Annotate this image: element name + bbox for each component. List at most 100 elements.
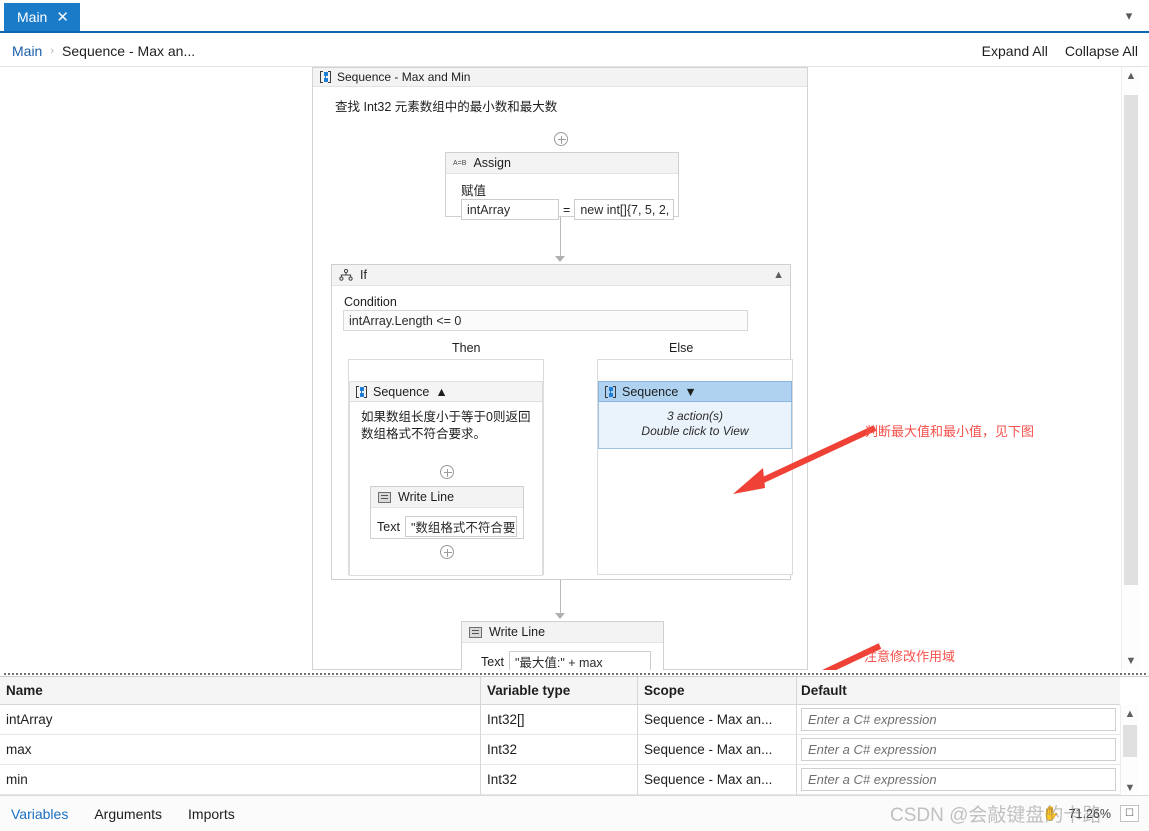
breadcrumb-separator-icon: ›	[50, 44, 55, 57]
connector-assign-if	[560, 217, 561, 256]
canvas-scroll-thumb[interactable]	[1124, 95, 1138, 585]
root-sequence-note: 查找 Int32 元素数组中的最小数和最大数	[335, 100, 558, 114]
variables-scroll-thumb[interactable]	[1123, 725, 1137, 757]
default-expression-input[interactable]: Enter a C# expression	[801, 738, 1116, 761]
else-sequence-header[interactable]: Sequence ▼	[598, 381, 792, 402]
else-sequence-activity[interactable]: Sequence ▼ 3 action(s) Double click to V…	[598, 381, 792, 449]
designer-canvas[interactable]: Sequence - Max and Min 查找 Int32 元素数组中的最小…	[0, 67, 1120, 670]
column-header-default[interactable]: Default	[797, 677, 1120, 704]
assign-title: Assign	[473, 156, 511, 170]
assign-to-field[interactable]: intArray	[461, 199, 559, 220]
table-row[interactable]: min Int32 Sequence - Max an... Enter a C…	[0, 765, 1120, 795]
collapse-all-button[interactable]: Collapse All	[1065, 43, 1138, 59]
table-row[interactable]: intArray Int32[] Sequence - Max an... En…	[0, 705, 1120, 735]
sequence-icon	[356, 385, 367, 398]
bottom-write-line-header[interactable]: Write Line	[462, 622, 663, 643]
bottom-write-line-title: Write Line	[489, 625, 546, 639]
column-header-name[interactable]: Name	[0, 677, 481, 704]
expand-all-button[interactable]: Expand All	[982, 43, 1048, 59]
assign-activity[interactable]: A=B Assign 赋值 intArray = new int[]{7, 5,…	[445, 152, 679, 220]
else-label: Else	[669, 341, 694, 355]
add-activity-button-top[interactable]	[554, 132, 568, 146]
cell-name[interactable]: max	[0, 735, 481, 765]
scroll-down-icon[interactable]: ▼	[1122, 652, 1140, 670]
if-title: If	[360, 268, 367, 282]
if-icon-svg	[339, 268, 353, 281]
cell-name[interactable]: min	[0, 765, 481, 795]
tab-arguments[interactable]: Arguments	[94, 806, 162, 822]
root-sequence-activity[interactable]: Sequence - Max and Min 查找 Int32 元素数组中的最小…	[312, 67, 808, 670]
scroll-down-icon[interactable]: ▼	[1121, 779, 1139, 796]
tab-imports[interactable]: Imports	[188, 806, 235, 822]
column-header-scope[interactable]: Scope	[638, 677, 797, 704]
then-write-line-text-field[interactable]: "数组格式不符合要求!"	[404, 516, 517, 537]
canvas-right-edge	[1139, 67, 1149, 670]
else-sequence-body[interactable]: 3 action(s) Double click to View	[598, 402, 792, 449]
write-line-icon	[378, 491, 391, 503]
then-write-line-activity[interactable]: Write Line Text "数组格式不符合要求!"	[370, 486, 524, 539]
cell-type[interactable]: Int32	[481, 735, 638, 765]
column-header-type[interactable]: Variable type	[481, 677, 638, 704]
table-row[interactable]: max Int32 Sequence - Max an... Enter a C…	[0, 735, 1120, 765]
cell-type[interactable]: Int32[]	[481, 705, 638, 735]
root-sequence-header[interactable]: Sequence - Max and Min	[313, 68, 807, 87]
annotation-text-1: 判断最大值和最小值，见下图	[865, 424, 1035, 439]
assign-icon: A=B	[453, 159, 467, 167]
default-expression-input[interactable]: Enter a C# expression	[801, 708, 1116, 731]
cell-scope[interactable]: Sequence - Max an...	[638, 765, 797, 795]
hand-icon[interactable]: ✋	[1042, 805, 1059, 822]
default-expression-input[interactable]: Enter a C# expression	[801, 768, 1116, 791]
connector-if-writeline	[560, 580, 561, 613]
then-write-line-header[interactable]: Write Line	[371, 487, 523, 508]
assign-header[interactable]: A=B Assign	[446, 153, 678, 174]
variables-grid[interactable]: Name Variable type Scope Default intArra…	[0, 677, 1120, 795]
assign-equals: =	[563, 202, 571, 217]
else-branch-dropzone[interactable]: Sequence ▼ 3 action(s) Double click to V…	[597, 359, 793, 575]
fit-to-screen-icon[interactable]: ☐	[1120, 805, 1139, 822]
then-sequence-title: Sequence	[373, 384, 430, 399]
then-label: Then	[452, 341, 481, 355]
chevron-down-icon[interactable]: ▼	[684, 385, 696, 399]
tab-main[interactable]: Main ✕	[4, 3, 80, 31]
cell-type[interactable]: Int32	[481, 765, 638, 795]
variables-panel[interactable]: Name Variable type Scope Default intArra…	[0, 676, 1149, 796]
tab-variables[interactable]: Variables	[11, 806, 68, 822]
add-activity-button-then-bottom[interactable]	[440, 545, 454, 559]
then-branch-dropzone[interactable]: Sequence ▲ 如果数组长度小于等于0则返回数组格式不符合要求。 Writ…	[348, 359, 544, 576]
assign-note: 赋值	[461, 184, 487, 198]
else-sequence-hint: Double click to View	[641, 424, 749, 438]
scroll-up-icon[interactable]: ▲	[1121, 705, 1139, 722]
then-write-line-title: Write Line	[398, 490, 455, 504]
then-sequence-body[interactable]: 如果数组长度小于等于0则返回数组格式不符合要求。 Write Line Text…	[349, 402, 543, 576]
bottom-write-line-text-field[interactable]: "最大值:" + max	[508, 651, 651, 670]
sequence-icon	[320, 71, 331, 83]
chevron-up-icon[interactable]: ▲	[773, 269, 784, 281]
if-header[interactable]: If ▲	[332, 265, 790, 286]
status-bar: Variables Arguments Imports ✋ 71.26% ☐	[0, 795, 1149, 831]
if-activity[interactable]: If ▲ Condition intArray.Length <= 0 Then…	[331, 264, 793, 580]
close-icon[interactable]: ✕	[56, 10, 69, 25]
assign-value-field[interactable]: new int[]{7, 5, 2, 4	[574, 199, 675, 220]
then-write-line-text-label: Text	[377, 519, 400, 534]
bottom-write-line-activity[interactable]: Write Line Text "最大值:" + max	[461, 621, 664, 670]
scroll-up-icon[interactable]: ▲	[1122, 67, 1140, 85]
cell-scope[interactable]: Sequence - Max an...	[638, 705, 797, 735]
zoom-level: 71.26%	[1068, 806, 1111, 821]
chevron-up-icon[interactable]: ▲	[435, 385, 447, 399]
connector-arrow-writeline	[555, 613, 565, 619]
if-condition-field[interactable]: intArray.Length <= 0	[343, 310, 748, 331]
variables-vertical-scrollbar[interactable]: ▲ ▼	[1120, 705, 1138, 796]
add-activity-button-then-top[interactable]	[440, 465, 454, 479]
cell-default: Enter a C# expression	[797, 735, 1120, 765]
cell-scope[interactable]: Sequence - Max an...	[638, 735, 797, 765]
then-sequence-header[interactable]: Sequence ▲	[349, 381, 543, 402]
chevron-down-icon[interactable]: ▾	[1119, 6, 1139, 26]
breadcrumb: Main › Sequence - Max an...	[0, 43, 195, 59]
if-condition-label: Condition	[344, 295, 397, 309]
cell-name[interactable]: intArray	[0, 705, 481, 735]
then-sequence-activity[interactable]: Sequence ▲ 如果数组长度小于等于0则返回数组格式不符合要求。 Writ…	[349, 381, 543, 576]
variables-grid-header: Name Variable type Scope Default	[0, 677, 1120, 705]
breadcrumb-current[interactable]: Sequence - Max an...	[62, 43, 195, 59]
canvas-vertical-scrollbar[interactable]: ▲ ▼	[1121, 67, 1139, 670]
breadcrumb-root[interactable]: Main	[12, 43, 42, 59]
